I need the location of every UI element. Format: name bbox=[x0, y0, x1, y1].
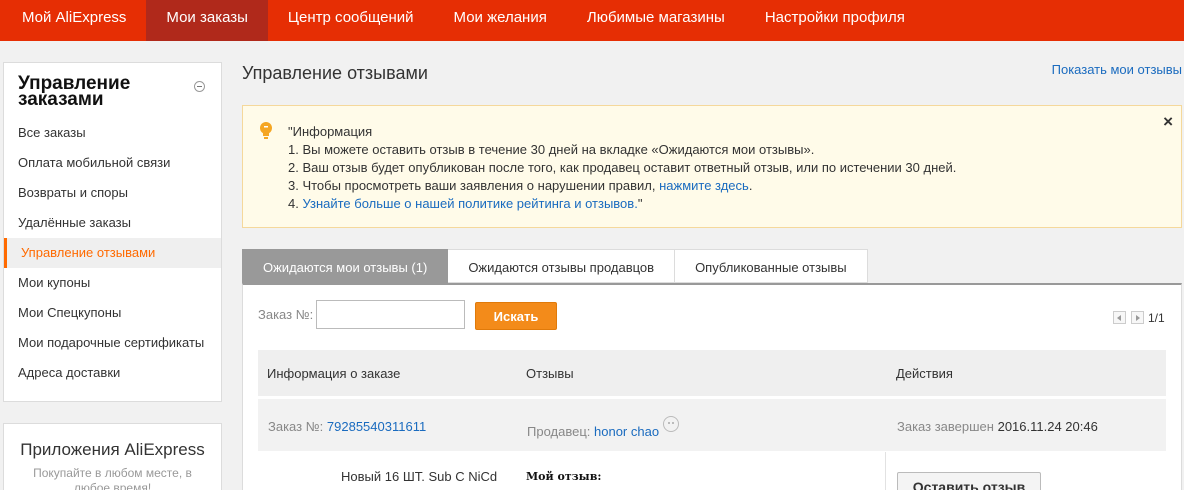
info-line-3: 3. Чтобы просмотреть ваши заявления о на… bbox=[288, 177, 956, 195]
review-tabs: Ожидаются мои отзывы (1) Ожидаются отзыв… bbox=[242, 249, 868, 283]
apps-title: Приложения AliExpress bbox=[20, 440, 205, 459]
column-divider bbox=[885, 452, 886, 490]
nav-message-center[interactable]: Центр сообщений bbox=[268, 0, 434, 41]
order-status-date: 2016.11.24 20:46 bbox=[997, 419, 1098, 434]
chat-icon[interactable] bbox=[663, 416, 680, 432]
tab-published-reviews[interactable]: Опубликованные отзывы bbox=[675, 249, 868, 283]
pager-next-icon[interactable] bbox=[1131, 311, 1144, 324]
order-number-cell: Заказ №: 79285540311611 bbox=[268, 419, 426, 434]
info-line-3-end: . bbox=[748, 178, 753, 193]
info-line-1: 1. Вы можете оставить отзыв в течение 30… bbox=[288, 142, 815, 157]
sidebar-item-gift-cards[interactable]: Мои подарочные сертификаты bbox=[4, 328, 221, 358]
sidebar-title: Управление заказами bbox=[18, 73, 131, 110]
info-heading: "Информация bbox=[288, 124, 373, 139]
sidebar-item-deleted-orders[interactable]: Удалённые заказы bbox=[4, 208, 221, 238]
top-navigation: Мой AliExpress Мои заказы Центр сообщени… bbox=[0, 0, 1184, 41]
sidebar-item-special-coupons[interactable]: Мои Спецкупоны bbox=[4, 298, 221, 328]
product-title[interactable]: Новый 16 ШТ. Sub C NiCd bbox=[341, 468, 506, 485]
nav-profile-settings[interactable]: Настройки профиля bbox=[745, 0, 925, 41]
header-actions: Действия bbox=[896, 366, 953, 381]
my-review-label: Мой отзыв: bbox=[526, 470, 602, 483]
seller-cell: Продавец: honor chao bbox=[527, 416, 680, 439]
seller-label: Продавец: bbox=[527, 424, 591, 439]
search-button[interactable]: Искать bbox=[475, 302, 557, 330]
table-header: Информация о заказе Отзывы Действия bbox=[258, 350, 1166, 396]
sidebar-item-mobile-payment[interactable]: Оплата мобильной связи bbox=[4, 148, 221, 178]
rating-policy-link[interactable]: Узнайте больше о нашей политике рейтинга… bbox=[302, 196, 637, 211]
order-number-label: Заказ №: bbox=[258, 307, 314, 322]
order-status-cell: Заказ завершен 2016.11.24 20:46 bbox=[897, 419, 1098, 434]
apps-promo: Приложения AliExpress Покупайте в любом … bbox=[3, 423, 222, 490]
info-line-2: 2. Ваш отзыв будет опубликован после тог… bbox=[288, 160, 957, 175]
collapse-icon[interactable] bbox=[194, 81, 205, 92]
leave-review-button[interactable]: Оставить отзыв bbox=[897, 472, 1041, 490]
sidebar-item-returns-disputes[interactable]: Возвраты и споры bbox=[4, 178, 221, 208]
info-line-4-end: " bbox=[637, 196, 643, 211]
info-line-3-text: 3. Чтобы просмотреть ваши заявления о на… bbox=[288, 178, 660, 193]
sidebar-item-coupons[interactable]: Мои купоны bbox=[4, 268, 221, 298]
info-line-4-text: 4. bbox=[288, 196, 303, 211]
lightbulb-icon bbox=[260, 122, 272, 139]
sidebar: Управление заказами Все заказы Оплата мо… bbox=[3, 62, 222, 402]
order-number-link[interactable]: 79285540311611 bbox=[327, 419, 426, 434]
info-notice: × "Информация 1. Вы можете оставить отзы… bbox=[242, 105, 1182, 228]
tab-awaiting-my-reviews[interactable]: Ожидаются мои отзывы (1) bbox=[242, 249, 449, 283]
show-my-reviews-link[interactable]: Показать мои отзывы bbox=[1052, 62, 1182, 77]
nav-my-aliexpress[interactable]: Мой AliExpress bbox=[0, 0, 146, 41]
sidebar-item-review-management[interactable]: Управление отзывами bbox=[4, 238, 221, 268]
table-row: Заказ №: 79285540311611 Продавец: honor … bbox=[258, 399, 1166, 451]
header-reviews: Отзывы bbox=[526, 366, 574, 381]
info-line-4: 4. Узнайте больше о нашей политике рейти… bbox=[288, 195, 956, 213]
nav-wishlist[interactable]: Мои желания bbox=[434, 0, 567, 41]
order-status-label: Заказ завершен bbox=[897, 419, 994, 434]
seller-link[interactable]: honor chao bbox=[594, 424, 659, 439]
pager-prev-icon[interactable] bbox=[1113, 311, 1126, 324]
pager-text: 1/1 bbox=[1148, 311, 1165, 325]
order-number-input[interactable] bbox=[316, 300, 465, 329]
sidebar-item-shipping-addresses[interactable]: Адреса доставки bbox=[4, 358, 221, 388]
page-title: Управление отзывами bbox=[242, 63, 428, 83]
tab-awaiting-seller-reviews[interactable]: Ожидаются отзывы продавцов bbox=[448, 249, 676, 283]
info-text: "Информация 1. Вы можете оставить отзыв … bbox=[288, 123, 956, 213]
click-here-link[interactable]: нажмите здесь bbox=[659, 178, 749, 193]
sidebar-item-all-orders[interactable]: Все заказы bbox=[4, 118, 221, 148]
apps-subtitle: Покупайте в любом месте, в любое время! bbox=[33, 466, 192, 490]
close-icon[interactable]: × bbox=[1163, 112, 1173, 132]
nav-my-orders[interactable]: Мои заказы bbox=[146, 0, 268, 41]
sidebar-menu: Все заказы Оплата мобильной связи Возвра… bbox=[4, 118, 221, 388]
header-order-info: Информация о заказе bbox=[267, 366, 401, 381]
nav-favorite-stores[interactable]: Любимые магазины bbox=[567, 0, 745, 41]
order-number-label: Заказ №: bbox=[268, 419, 324, 434]
